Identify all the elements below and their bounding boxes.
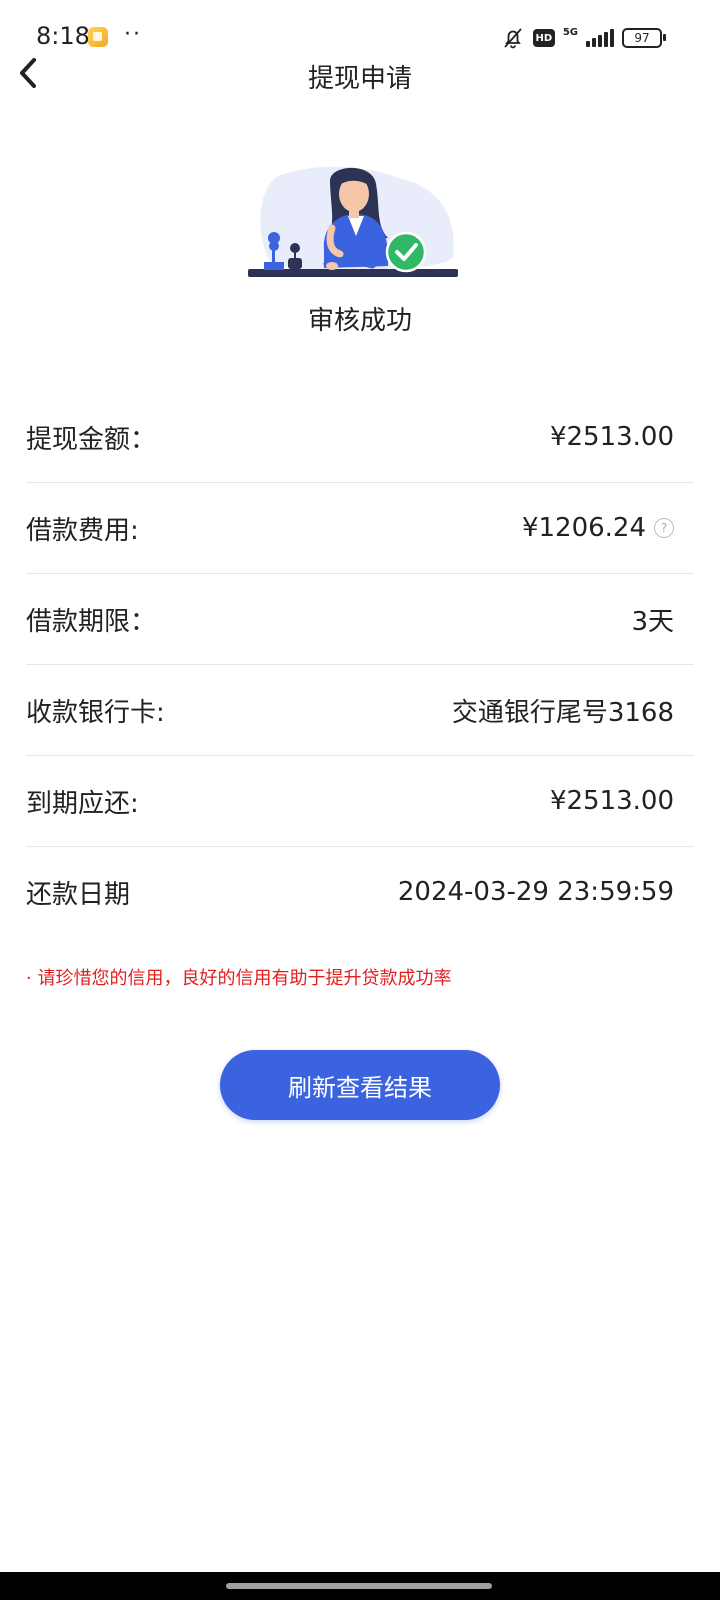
- info-value: 3天: [631, 606, 674, 637]
- withdrawal-info-list: 提现金额： ¥2513.00 借款费用: ¥1206.24 ? 借款期限： 3天…: [26, 392, 694, 937]
- notification-app-icon: [88, 27, 108, 47]
- info-row-loan-fee: 借款费用: ¥1206.24 ?: [26, 483, 694, 574]
- info-row-repay-date: 还款日期 2024-03-29 23:59:59: [26, 847, 694, 937]
- mute-bell-icon: [504, 28, 522, 49]
- screen: 8:18 ·· HD 5G 97 提现申请 审核成功 提现金额： ¥2513.0…: [0, 0, 720, 1600]
- signal-strength-icon: [586, 29, 614, 47]
- status-time: 8:18: [36, 22, 90, 50]
- info-value: ¥1206.24: [521, 513, 646, 543]
- info-label: 到期应还:: [26, 788, 139, 819]
- more-notifications-indicator: ··: [124, 22, 142, 47]
- info-value: ¥2513.00: [549, 786, 674, 816]
- network-type-label: 5G: [562, 26, 578, 38]
- nav-header: 提现申请: [0, 52, 720, 96]
- info-label: 收款银行卡:: [26, 697, 165, 728]
- info-label: 借款费用:: [26, 515, 139, 546]
- info-label: 借款期限：: [26, 606, 157, 637]
- help-icon[interactable]: ?: [654, 518, 674, 538]
- approval-success-illustration: [248, 166, 458, 277]
- page-title: 提现申请: [307, 64, 412, 94]
- status-icons: HD 5G 97: [501, 24, 666, 52]
- credit-notice: · 请珍惜您的信用，良好的信用有助于提升贷款成功率: [26, 968, 452, 989]
- result-status-text: 审核成功: [307, 306, 412, 336]
- info-label: 提现金额：: [26, 424, 157, 455]
- info-value-wrapper: ¥1206.24 ?: [522, 513, 694, 543]
- home-indicator[interactable]: [226, 1583, 492, 1589]
- system-nav-bar: [0, 1572, 720, 1600]
- battery-icon: 97: [622, 28, 666, 48]
- info-row-withdraw-amount: 提现金额： ¥2513.00: [26, 392, 694, 483]
- refresh-result-button[interactable]: 刷新查看结果: [220, 1050, 500, 1120]
- info-row-bank-card: 收款银行卡: 交通银行尾号3168: [26, 665, 694, 756]
- info-row-loan-term: 借款期限： 3天: [26, 574, 694, 665]
- info-row-amount-due: 到期应还: ¥2513.00: [26, 756, 694, 847]
- info-value: 2024-03-29 23:59:59: [397, 877, 674, 907]
- info-label: 还款日期: [26, 879, 131, 910]
- info-value: 交通银行尾号3168: [451, 697, 674, 728]
- hd-icon: HD: [532, 29, 555, 47]
- info-value: ¥2513.00: [549, 422, 674, 452]
